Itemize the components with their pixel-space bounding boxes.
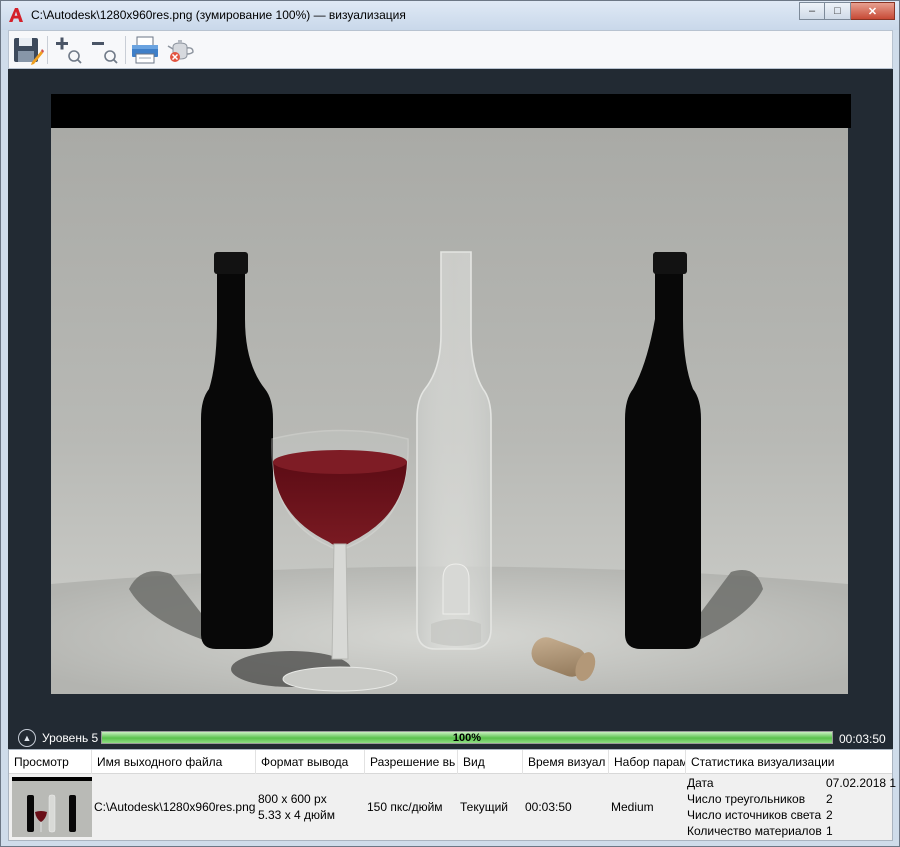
output-preset: Medium [611, 800, 654, 814]
toolbar [8, 30, 893, 69]
print-icon[interactable] [129, 35, 161, 65]
stat-materials: Количество материалов 1 [687, 824, 833, 838]
window-title: C:\Autodesk\1280x960res.png (зумирование… [31, 8, 406, 22]
zoom-in-icon[interactable] [52, 35, 84, 65]
autocad-logo-icon [9, 8, 23, 22]
window-controls: – □ ✕ [799, 2, 895, 21]
output-resolution: 150 пкс/дюйм [367, 800, 443, 814]
render-viewport[interactable] [8, 69, 893, 727]
render-status-bar: ▲ Уровень 5 100% 00:03:50 [8, 727, 893, 749]
column-view[interactable]: Вид [458, 750, 523, 774]
column-output-filename[interactable]: Имя выходного файла [92, 750, 256, 774]
render-window: C:\Autodesk\1280x960res.png (зумирование… [0, 0, 900, 847]
stat-lights: Число источников света 2 [687, 808, 833, 822]
table-row[interactable]: C:\Autodesk\1280x960res.png 800 x 600 px… [9, 774, 897, 840]
column-preview[interactable]: Просмотр [9, 750, 92, 774]
toolbar-separator [47, 36, 48, 64]
column-preset[interactable]: Набор парам [609, 750, 686, 774]
chevron-up-icon: ▲ [22, 733, 32, 743]
render-thumbnail [12, 777, 92, 837]
zoom-out-icon[interactable] [88, 35, 120, 65]
maximize-button[interactable]: □ [825, 2, 851, 20]
column-resolution[interactable]: Разрешение вь [365, 750, 458, 774]
render-history-table: Просмотр Имя выходного файла Формат выво… [8, 749, 897, 841]
cancel-render-teapot-icon[interactable] [165, 35, 197, 65]
close-button[interactable]: ✕ [851, 2, 895, 20]
stat-date: Дата 07.02.2018 1 [687, 776, 897, 790]
output-render-time: 00:03:50 [525, 800, 572, 814]
save-icon[interactable] [12, 35, 44, 65]
elapsed-time: 00:03:50 [839, 732, 886, 746]
render-statistics: Дата 07.02.2018 1 Число треугольников 2 … [687, 776, 897, 840]
render-level-label: Уровень 5 [42, 731, 99, 745]
stat-triangles: Число треугольников 2 [687, 792, 833, 806]
column-render-time[interactable]: Время визуал [523, 750, 609, 774]
output-format-inches: 5.33 x 4 дюйм [258, 808, 335, 822]
title-bar[interactable]: C:\Autodesk\1280x960res.png (зумирование… [1, 1, 899, 30]
table-header: Просмотр Имя выходного файла Формат выво… [9, 750, 892, 774]
column-render-stats[interactable]: Статистика визуализации [686, 750, 892, 774]
rendered-image [51, 94, 851, 694]
render-progress-bar: 100% [101, 731, 833, 744]
output-format-px: 800 x 600 px [258, 792, 327, 806]
progress-percent: 100% [452, 732, 482, 744]
toolbar-separator [125, 36, 126, 64]
collapse-history-button[interactable]: ▲ [18, 729, 36, 747]
minimize-button[interactable]: – [799, 2, 825, 20]
output-view: Текущий [460, 800, 508, 814]
column-output-format[interactable]: Формат вывода [256, 750, 365, 774]
output-filename: C:\Autodesk\1280x960res.png [94, 800, 256, 814]
